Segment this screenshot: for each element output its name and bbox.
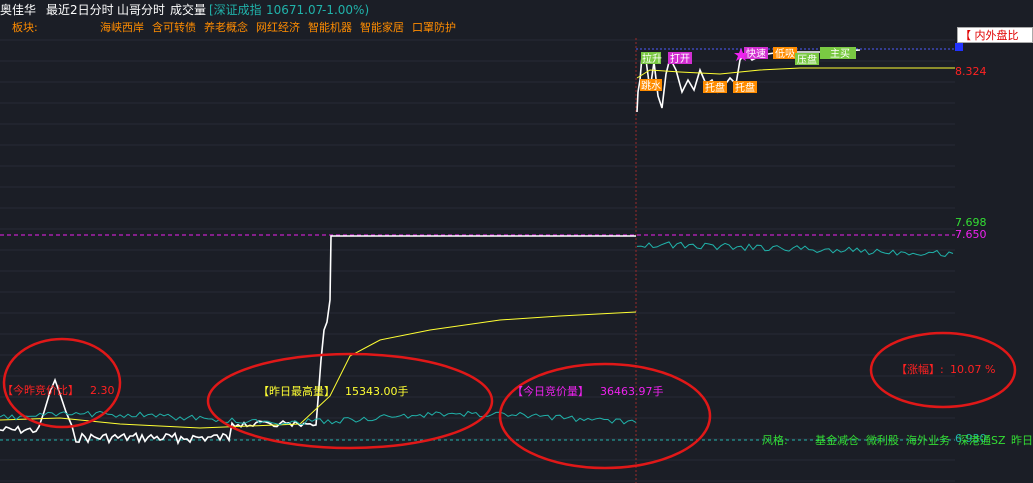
style-label: 风格: [762, 434, 788, 447]
day2-average-line [636, 67, 955, 79]
day1-average-line [0, 311, 637, 429]
mid-price-magenta-label: 7.650 [955, 228, 987, 241]
today-vs-yesterday-value: 2.30 [90, 384, 115, 397]
event-tag-bigbuy-text: 主买 [830, 48, 850, 60]
style-tag[interactable]: 昨日 [1011, 434, 1033, 448]
sector-item[interactable]: 含可转债 [152, 21, 196, 35]
index-change: -1.00%) [322, 3, 370, 17]
volume-label[interactable]: 成交量 [170, 3, 206, 17]
red-annotation-ellipses [2, 331, 1017, 470]
day2-volume-indicator-line [636, 241, 954, 257]
event-tag-brush1-text: 托盘 [705, 81, 725, 94]
event-tag-surge-text: 打开 [670, 52, 690, 65]
blue-marker-icon [955, 43, 963, 51]
stock-name: 奥佳华 [0, 3, 37, 17]
upper-price-label: 8.324 [955, 65, 987, 78]
event-markers: 拉升 打开 跳水 托盘 托盘 快速 低吸 压盘 主买 [640, 47, 856, 94]
event-tag-fast-text: 快速 [746, 48, 766, 60]
event-tag-pressure-text: 压盘 [797, 53, 817, 66]
indicator-label[interactable]: 山哥分时 [117, 3, 165, 17]
yesterday-max-label: 【昨日最高量】 [258, 385, 335, 398]
ellipse-yesterday-max [206, 352, 494, 450]
event-tag-lark-text: 拉升 [642, 52, 662, 65]
day1-price-line [0, 235, 636, 446]
index-bracket: [深证成指 [209, 3, 262, 17]
event-tag-brush2-text: 托盘 [735, 81, 755, 94]
event-tag-ladder-text: 低吸 [775, 47, 795, 60]
index-value: 10671.07 [266, 3, 324, 17]
today-auction-label: 【今日竞价量】 [512, 385, 589, 398]
sector-item[interactable]: 口罩防护 [412, 21, 456, 35]
today-auction-value: 36463.97手 [600, 385, 664, 398]
event-tag-dive-text: 跳水 [641, 79, 661, 92]
yesterday-max-value: 15343.00手 [345, 385, 409, 398]
sector-label: 板块: [12, 21, 38, 34]
style-tag[interactable]: 微利股 [866, 434, 899, 448]
today-vs-yesterday-label: 【今昨竞价比】 [2, 384, 79, 397]
sector-item[interactable]: 智能机器 [308, 21, 352, 35]
inner-outer-ratio-button[interactable]: 【 内外盘比 [957, 27, 1033, 43]
style-tag[interactable]: 基金减仓 [815, 434, 859, 448]
ellipse-today-vs-yesterday [2, 337, 122, 429]
sector-item[interactable]: 智能家居 [360, 21, 404, 35]
sector-item[interactable]: 网红经济 [256, 21, 300, 35]
intraday-chart-canvas[interactable]: 拉升 打开 跳水 托盘 托盘 快速 低吸 压盘 主买 [0, 0, 1033, 483]
style-tag[interactable]: 深港通SZ [958, 434, 1006, 448]
sector-item[interactable]: 养老概念 [204, 21, 248, 35]
chart-grid [0, 39, 955, 482]
style-tag[interactable]: 海外业务 [906, 434, 950, 448]
rise-value: 10.07 % [950, 363, 996, 376]
period-label[interactable]: 最近2日分时 [46, 3, 114, 17]
sector-item[interactable]: 海峡西岸 [100, 21, 144, 35]
rise-label: 【涨幅】: [896, 363, 944, 376]
